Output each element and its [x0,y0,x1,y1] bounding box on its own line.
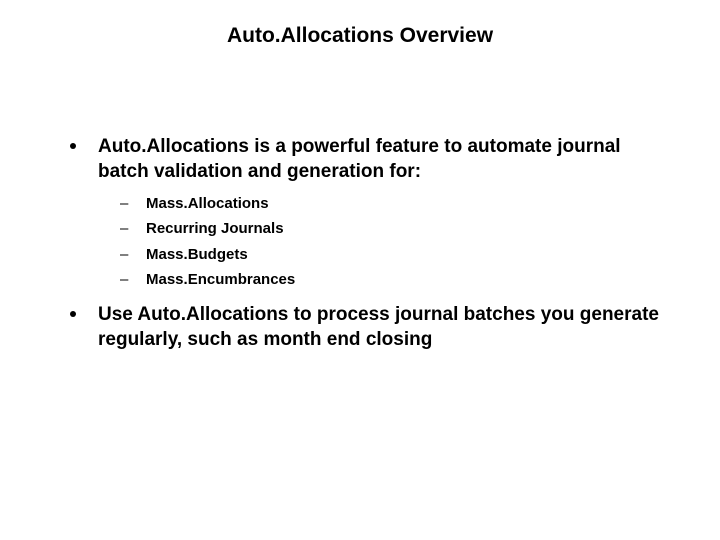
content-area: Auto.Allocations is a powerful feature t… [0,134,720,352]
bullet-text: Use Auto.Allocations to process journal … [98,302,670,353]
sublist-item: – Recurring Journals [120,218,670,241]
sublist-item: – Mass.Budgets [120,244,670,267]
sublist-item: – Mass.Encumbrances [120,269,670,292]
dash-marker: – [120,193,146,216]
bullet-item: Use Auto.Allocations to process journal … [70,302,670,353]
sublist-text: Mass.Encumbrances [146,269,295,292]
dash-marker: – [120,269,146,292]
dash-marker: – [120,244,146,267]
sublist-text: Mass.Budgets [146,244,248,267]
dash-marker: – [120,218,146,241]
sublist-item: – Mass.Allocations [120,193,670,216]
bullet-item: Auto.Allocations is a powerful feature t… [70,134,670,185]
bullet-marker [70,311,76,317]
bullet-marker [70,143,76,149]
sublist: – Mass.Allocations – Recurring Journals … [70,193,670,292]
sublist-text: Recurring Journals [146,218,284,241]
page-title: Auto.Allocations Overview [0,24,720,48]
bullet-text: Auto.Allocations is a powerful feature t… [98,134,670,185]
sublist-text: Mass.Allocations [146,193,269,216]
